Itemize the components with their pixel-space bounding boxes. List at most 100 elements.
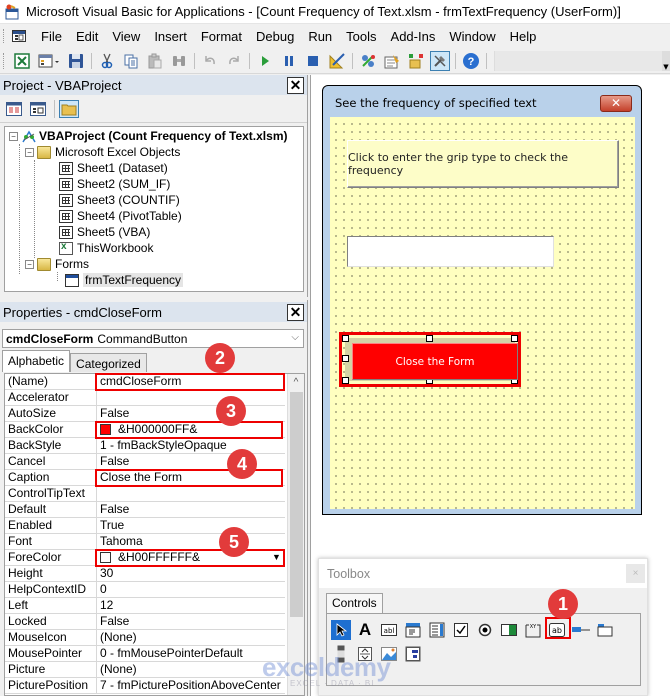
collapse-toggle[interactable]: − — [25, 147, 34, 157]
property-value[interactable]: &H000000FF& — [97, 422, 285, 437]
commandbutton-tool[interactable]: ab — [547, 620, 567, 640]
property-value[interactable]: (None) — [97, 630, 285, 645]
label-tool[interactable]: A — [355, 620, 375, 640]
resize-handle[interactable] — [342, 355, 349, 362]
design-mode-button[interactable] — [327, 51, 347, 71]
collapse-toggle[interactable]: − — [9, 131, 18, 141]
userform-client-area[interactable]: Click to enter the grip type to check th… — [330, 117, 635, 509]
close-icon[interactable]: ✕ — [287, 303, 304, 321]
menu-debug[interactable]: Debug — [249, 29, 301, 44]
frequency-textbox[interactable] — [347, 236, 554, 267]
tree-node-sheet[interactable]: Sheet2 (SUM_IF) — [59, 176, 170, 192]
break-button[interactable] — [279, 51, 299, 71]
toolbox-button[interactable] — [430, 50, 450, 71]
menubar-grip[interactable] — [3, 29, 6, 43]
property-value[interactable] — [97, 390, 285, 405]
checkbox-tool[interactable] — [451, 620, 471, 640]
tree-node-excel-objects[interactable]: − Microsoft Excel Objects — [25, 144, 180, 160]
properties-window-button[interactable] — [382, 51, 402, 71]
paste-button[interactable] — [145, 51, 165, 71]
menu-window[interactable]: Window — [442, 29, 502, 44]
cut-button[interactable] — [97, 51, 117, 71]
frame-tool[interactable]: XY — [523, 620, 543, 640]
select-objects-tool[interactable] — [331, 620, 351, 640]
property-value[interactable] — [97, 486, 285, 501]
reset-button[interactable] — [303, 51, 323, 71]
listbox-tool[interactable] — [427, 620, 447, 640]
property-row[interactable]: HelpContextID 0 — [5, 582, 285, 598]
grip-type-button[interactable]: Click to enter the grip type to check th… — [347, 140, 619, 188]
tab-alphabetic[interactable]: Alphabetic — [2, 350, 71, 372]
property-row[interactable]: PicturePosition 7 - fmPicturePositionAbov… — [5, 678, 285, 694]
toggle-folders-button[interactable] — [59, 99, 79, 118]
close-icon[interactable]: × — [626, 564, 645, 583]
multipage-tool[interactable] — [595, 620, 615, 640]
property-value[interactable]: False — [97, 406, 285, 421]
property-row[interactable]: Picture (None) — [5, 662, 285, 678]
collapse-toggle[interactable]: − — [25, 259, 34, 269]
userform-close-button[interactable]: ✕ — [600, 95, 632, 112]
property-value[interactable]: (None) — [97, 662, 285, 677]
tree-node-form[interactable]: frmTextFrequency — [65, 272, 184, 288]
property-value[interactable]: 7 - fmPicturePositionAboveCenter — [97, 678, 285, 693]
property-value[interactable]: 12 — [97, 598, 285, 613]
copy-button[interactable] — [121, 51, 141, 71]
tab-categorized[interactable]: Categorized — [70, 353, 147, 372]
property-row[interactable]: Default False — [5, 502, 285, 518]
property-row[interactable]: Left 12 — [5, 598, 285, 614]
help-button[interactable]: ? — [461, 51, 481, 71]
save-button[interactable] — [66, 51, 86, 71]
dropdown-arrow-icon[interactable]: ▼ — [270, 551, 283, 564]
resize-handle[interactable] — [342, 335, 349, 342]
undo-button[interactable] — [200, 51, 220, 71]
chevron-down-icon[interactable]: ⌵ — [291, 332, 299, 343]
run-button[interactable] — [255, 51, 275, 71]
property-value[interactable]: False — [97, 502, 285, 517]
menu-help[interactable]: Help — [503, 29, 544, 44]
view-excel-button[interactable] — [12, 51, 32, 71]
property-value[interactable]: True — [97, 518, 285, 533]
redo-button[interactable] — [224, 51, 244, 71]
resize-handle[interactable] — [426, 335, 433, 342]
property-value[interactable]: 0 — [97, 582, 285, 597]
tree-node-sheet[interactable]: Sheet4 (PivotTable) — [59, 208, 182, 224]
object-browser-button[interactable] — [406, 51, 426, 71]
menu-view[interactable]: View — [105, 29, 147, 44]
tree-node-sheet[interactable]: Sheet5 (VBA) — [59, 224, 150, 240]
property-value[interactable]: 1 - fmBackStyleOpaque — [97, 438, 285, 453]
property-row[interactable]: MousePointer 0 - fmMousePointerDefault — [5, 646, 285, 662]
property-value[interactable]: Close the Form — [97, 470, 285, 485]
tab-controls[interactable]: Controls — [326, 593, 383, 613]
refedit-tool[interactable] — [403, 644, 423, 664]
property-row[interactable]: Height 30 — [5, 566, 285, 582]
userform-window[interactable]: See the frequency of specified text ✕ Cl… — [322, 85, 642, 515]
menu-tools[interactable]: Tools — [339, 29, 383, 44]
property-row[interactable]: Locked False — [5, 614, 285, 630]
combobox-tool[interactable] — [403, 620, 423, 640]
menu-file[interactable]: File — [34, 29, 69, 44]
menu-run[interactable]: Run — [301, 29, 339, 44]
property-value[interactable]: Tahoma — [97, 534, 285, 549]
toolbar-grip[interactable] — [3, 52, 6, 69]
togglebutton-tool[interactable] — [499, 620, 519, 640]
resize-handle[interactable] — [511, 335, 518, 342]
optionbutton-tool[interactable] — [475, 620, 495, 640]
project-explorer-button[interactable] — [358, 51, 378, 71]
tree-node-thisworkbook[interactable]: ThisWorkbook — [59, 240, 153, 256]
property-value[interactable]: &H00FFFFFF& ▼ — [97, 550, 285, 565]
tree-node-forms[interactable]: − Forms — [25, 256, 89, 272]
property-value[interactable]: 30 — [97, 566, 285, 581]
insert-userform-button[interactable] — [36, 51, 62, 71]
property-value[interactable]: 0 - fmMousePointerDefault — [97, 646, 285, 661]
menu-format[interactable]: Format — [194, 29, 249, 44]
close-form-button[interactable]: Close the Form — [352, 343, 518, 380]
close-icon[interactable]: ✕ — [287, 76, 304, 94]
toolbar-overflow-button[interactable]: ▼ — [662, 50, 670, 71]
tree-node-sheet[interactable]: Sheet1 (Dataset) — [59, 160, 168, 176]
property-row[interactable]: MouseIcon (None) — [5, 630, 285, 646]
property-row[interactable]: BackColor &H000000FF& — [5, 422, 285, 438]
tabstrip-tool[interactable] — [571, 620, 591, 640]
tree-node-vbaproject[interactable]: − VBAProject (Count Frequency of Text.xl… — [9, 128, 287, 144]
property-row[interactable]: ControlTipText — [5, 486, 285, 502]
scrollbar-thumb[interactable] — [290, 392, 303, 617]
